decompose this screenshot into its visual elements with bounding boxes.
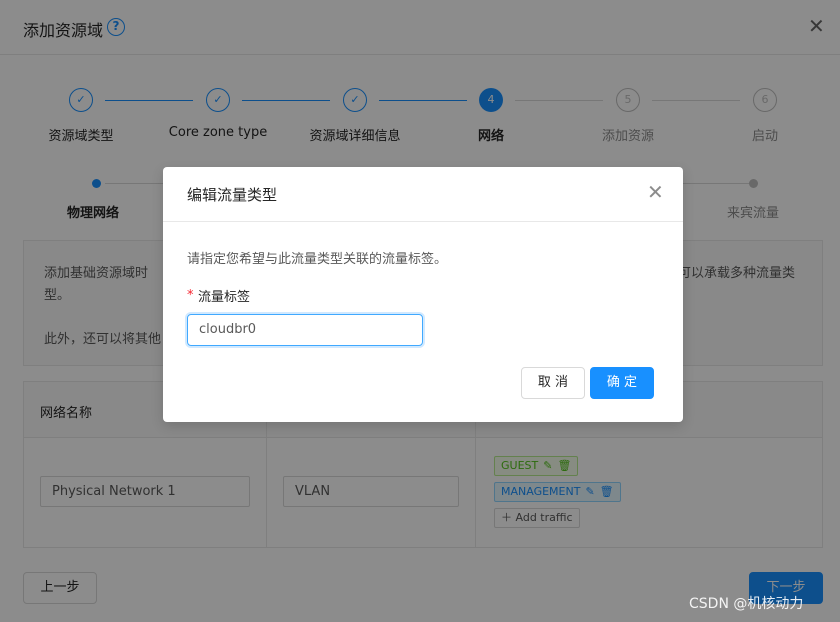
close-icon[interactable]: ✕ [647, 182, 664, 202]
modal-header: 编辑流量类型 ✕ [163, 167, 683, 222]
edit-traffic-type-modal: 编辑流量类型 ✕ 请指定您希望与此流量类型关联的流量标签。 * 流量标签 clo… [163, 167, 683, 422]
modal-description: 请指定您希望与此流量类型关联的流量标签。 [187, 252, 448, 267]
traffic-label-field-label: 流量标签 [198, 290, 251, 305]
cancel-button[interactable]: 取 消 [521, 367, 585, 399]
ok-button[interactable]: 确 定 [590, 367, 654, 399]
required-mark: * [187, 288, 194, 303]
watermark: CSDN @机核动力 [689, 596, 804, 612]
traffic-label-input[interactable]: cloudbr0 [187, 314, 423, 346]
modal-title: 编辑流量类型 [187, 186, 278, 204]
